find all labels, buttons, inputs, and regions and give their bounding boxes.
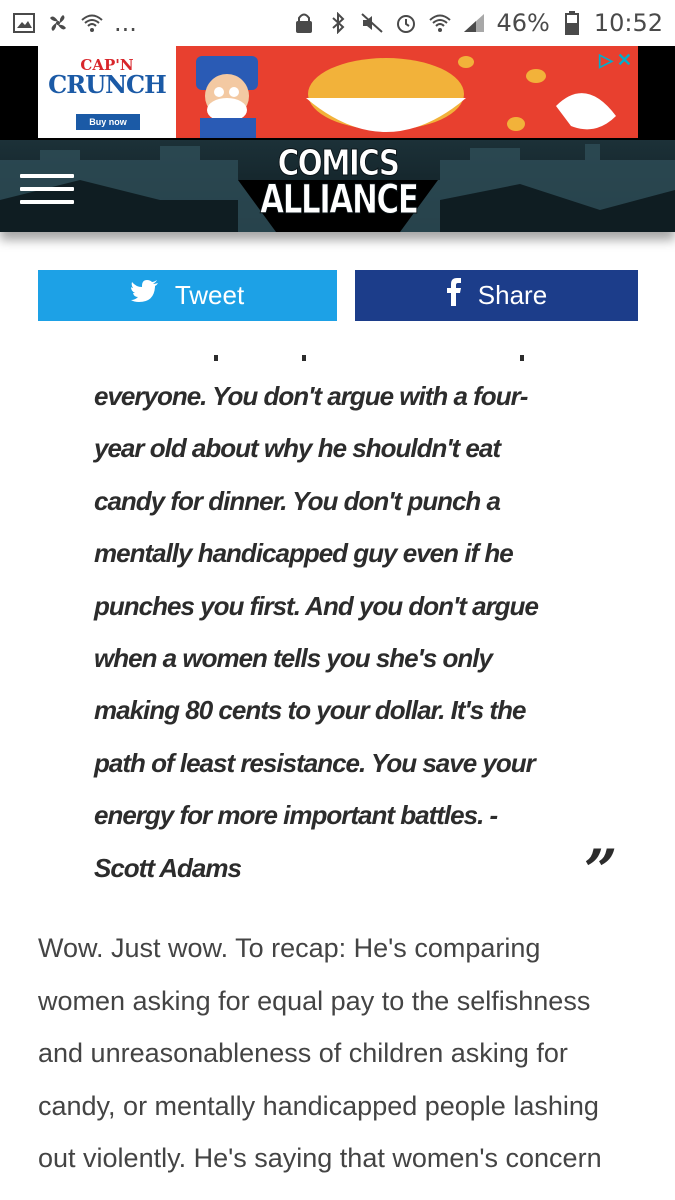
article-line: Wow. Just wow. To recap: He's comparing — [38, 933, 541, 963]
ad-buy-now-button[interactable]: Buy now — [76, 114, 140, 130]
quote-line: energy for more important battles. - — [94, 800, 498, 831]
ad-choices-icon[interactable]: ▷ — [599, 50, 613, 71]
signal-icon — [462, 11, 486, 35]
lock-icon — [292, 11, 316, 35]
quote-line: year old about why he shouldn't eat — [94, 433, 501, 464]
menu-bar-icon — [20, 174, 74, 178]
share-label: Share — [477, 280, 548, 310]
ad-banner[interactable]: CAP'N CRUNCH Buy now ▷ ✕ — [38, 46, 638, 138]
quote-line: punches you first. And you don't argue — [94, 590, 539, 621]
ad-brand-line2: CRUNCH — [48, 70, 167, 99]
quote-line: when a women tells you she's only — [94, 642, 493, 673]
article-paragraph: Wow. Just wow. To recap: He's comparing … — [38, 922, 648, 1185]
more-notifications: ... — [114, 9, 137, 37]
twitter-icon — [130, 280, 159, 311]
menu-bar-icon — [20, 187, 74, 191]
tweet-button[interactable]: Tweet — [38, 270, 337, 321]
ad-brand-panel: CAP'N CRUNCH Buy now — [38, 46, 176, 138]
quote-line: candy for dinner. You don't punch a — [94, 485, 501, 516]
quote-attribution: Scott Adams — [94, 852, 242, 883]
article-line: candy, or mentally handicapped people la… — [38, 1090, 599, 1121]
ad-choices[interactable]: ▷ ✕ — [599, 50, 632, 71]
status-bar: ... 46% 10:52 — [0, 0, 675, 46]
article-line: women asking for equal pay to the selfis… — [38, 985, 591, 1016]
site-header: COMICS ALLIANCE — [0, 140, 675, 232]
tweet-label: Tweet — [174, 280, 245, 310]
ad-brand-logo: CAP'N CRUNCH — [46, 58, 168, 97]
ad-close-icon[interactable]: ✕ — [617, 50, 632, 71]
facebook-icon — [446, 278, 462, 313]
clipped-text-fragments — [214, 355, 524, 361]
quote-line: path of least resistance. You save your — [94, 747, 536, 778]
battery-icon — [560, 11, 584, 35]
alarm-icon — [394, 11, 418, 35]
mute-icon — [360, 11, 384, 35]
quote-line: mentally handicapped guy even if he — [94, 538, 514, 569]
status-left: ... — [12, 9, 137, 37]
menu-bar-icon — [20, 200, 74, 204]
article-line: and unreasonableness of children asking … — [38, 1038, 568, 1069]
blockquote: everyone. You don't argue with a four- y… — [94, 338, 614, 894]
article-line: out violently. He's saying that women's … — [38, 1143, 602, 1174]
bluetooth-icon — [326, 11, 350, 35]
site-logo[interactable]: COMICS ALLIANCE — [238, 145, 438, 228]
image-icon — [12, 11, 36, 35]
wifi-question-icon — [80, 11, 104, 35]
quote-clipped-line — [94, 338, 614, 370]
clock: 10:52 — [593, 9, 663, 37]
status-right: 46% 10:52 — [292, 9, 663, 37]
facebook-share-button[interactable]: Share — [355, 270, 638, 321]
quote-line: everyone. You don't argue with a four- — [94, 381, 528, 411]
ad-banner-container: CAP'N CRUNCH Buy now ▷ ✕ — [0, 46, 675, 140]
menu-button[interactable] — [20, 174, 74, 204]
close-quote-icon: ” — [584, 837, 618, 905]
pinwheel-icon — [46, 11, 70, 35]
quote-line: making 80 cents to your dollar. It's the — [94, 695, 526, 726]
share-row: Tweet Share — [38, 270, 638, 321]
wifi-icon — [428, 11, 452, 35]
battery-percent: 46% — [496, 9, 550, 37]
logo-line2: ALLIANCE — [260, 177, 420, 223]
ad-artwork — [176, 46, 638, 138]
